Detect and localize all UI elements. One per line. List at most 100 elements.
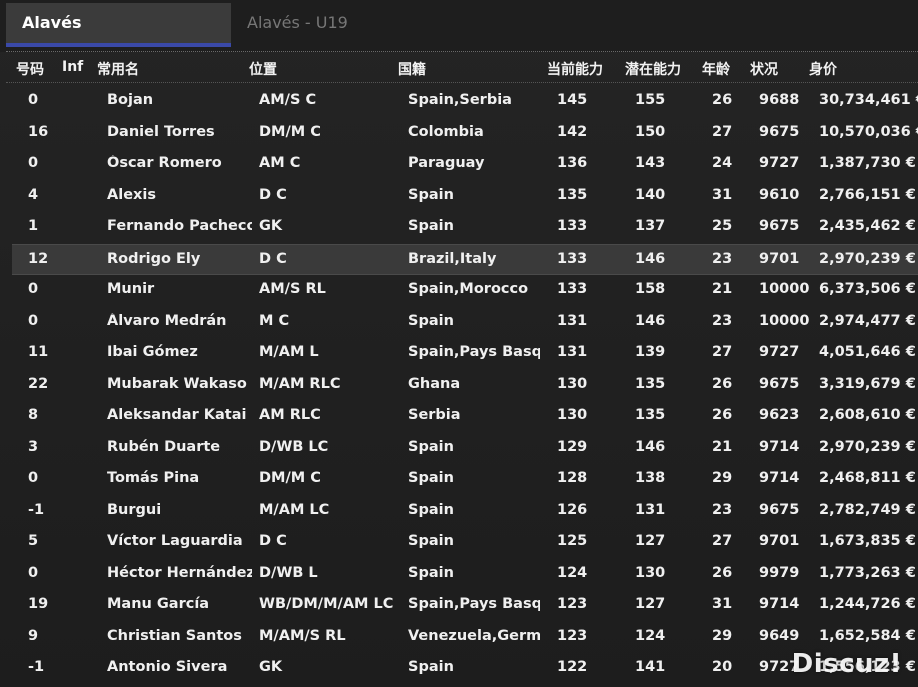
column-header-age[interactable]: 年龄 xyxy=(702,59,730,79)
player-value: 1,387,730 € xyxy=(819,155,916,171)
table-row[interactable]: 22 Mubarak Wakaso M/AM RLC Ghana 130 135 26 967… xyxy=(12,370,918,401)
player-pa: 141 xyxy=(635,659,666,675)
player-position: M C xyxy=(259,312,290,329)
player-age: 29 xyxy=(712,470,733,486)
player-ca: 123 xyxy=(557,627,588,644)
player-nationality: Spain xyxy=(408,501,454,518)
player-nationality: Ghana xyxy=(408,375,461,392)
column-header-pa[interactable]: 潜在能力 xyxy=(625,59,681,79)
player-condition: 9649 xyxy=(759,627,800,644)
table-row[interactable]: 0 Tomás Pina DM/M C Spain 128 138 29 9714 2,468,… xyxy=(12,464,918,495)
player-number: 1 xyxy=(28,218,39,234)
player-condition: 9610 xyxy=(759,186,800,203)
watermark-logo: Discuz! xyxy=(791,649,902,679)
column-header-ca[interactable]: 当前能力 xyxy=(547,59,603,79)
player-ca: 130 xyxy=(557,375,588,392)
table-row[interactable]: 19 Manu García WB/DM/M/AM LC Spain,Pays Bas… xyxy=(12,590,918,621)
table-row[interactable]: 12 Rodrigo Ely D C Brazil,Italy 133 146 23 9701… xyxy=(12,243,918,275)
player-condition: 9727 xyxy=(759,155,800,171)
column-header-number[interactable]: 号码 xyxy=(16,59,44,79)
player-number: 9 xyxy=(28,627,39,644)
player-ca: 126 xyxy=(557,501,588,518)
player-value: 30,734,461 € xyxy=(819,92,918,108)
player-age: 26 xyxy=(712,375,733,392)
column-header-nationality[interactable]: 国籍 xyxy=(398,59,426,79)
player-value: 10,570,036 € xyxy=(819,123,918,140)
player-value: 3,319,679 € xyxy=(819,375,916,392)
player-age: 25 xyxy=(712,218,733,234)
player-age: 27 xyxy=(712,533,733,549)
column-header-inf[interactable]: Inf xyxy=(62,59,83,75)
player-pa: 158 xyxy=(635,281,666,297)
player-nationality: Venezuela,German xyxy=(408,627,540,644)
table-row[interactable]: 8 Aleksandar Katai AM RLC Serbia 130 135 26 962… xyxy=(12,401,918,432)
player-position: DM/M C xyxy=(259,123,321,140)
table-row[interactable]: 1 Fernando Pacheco GK Spain 133 137 25 9675 2,43… xyxy=(12,212,918,243)
player-name: Aleksandar Katai xyxy=(107,407,247,423)
player-nationality: Spain xyxy=(408,186,454,203)
column-header-position[interactable]: 位置 xyxy=(249,59,277,79)
player-position: GK xyxy=(259,659,283,675)
player-value: 2,435,462 € xyxy=(819,218,916,234)
player-pa: 146 xyxy=(635,438,666,455)
player-number: 0 xyxy=(28,281,39,297)
player-name: Christian Santos xyxy=(107,627,242,644)
table-row[interactable]: 11 Ibai Gómez M/AM L Spain,Pays Basque 131 13… xyxy=(12,338,918,369)
player-value: 1,773,263 € xyxy=(819,564,916,581)
column-header-name[interactable]: 常用名 xyxy=(97,59,139,79)
player-number: 0 xyxy=(28,155,39,171)
table-row[interactable]: 5 Víctor Laguardia D C Spain 125 127 27 9701 1,6… xyxy=(12,527,918,558)
player-value: 2,974,477 € xyxy=(819,312,916,329)
table-row[interactable]: -1 Antonio Sivera GK Spain 122 141 20 9727 1,556… xyxy=(12,653,918,684)
tab-alaves[interactable]: Alavés xyxy=(6,3,231,47)
player-condition: 9714 xyxy=(759,470,800,486)
player-pa: 138 xyxy=(635,470,666,486)
column-header-value[interactable]: 身价 xyxy=(809,59,837,79)
player-age: 26 xyxy=(712,564,733,581)
table-row[interactable]: 0 Héctor Hernández D/WB L Spain 124 130 26 9979… xyxy=(12,559,918,590)
player-position: AM/S RL xyxy=(259,281,326,297)
player-ca: 130 xyxy=(557,407,588,423)
player-age: 27 xyxy=(712,123,733,140)
player-list: 0 Bojan AM/S C Spain,Serbia 145 155 26 9688 30,7… xyxy=(0,86,918,687)
player-number: 8 xyxy=(28,407,39,423)
player-number: 12 xyxy=(28,250,49,267)
table-row[interactable]: 0 Álvaro Medrán M C Spain 131 146 23 10000 2,974… xyxy=(12,307,918,338)
player-value: 2,782,749 € xyxy=(819,501,916,518)
player-age: 31 xyxy=(712,596,733,612)
player-name: Rubén Duarte xyxy=(107,438,221,455)
tab-alaves-u19[interactable]: Alavés - U19 xyxy=(231,3,431,47)
player-value: 2,970,239 € xyxy=(819,438,916,455)
player-nationality: Spain xyxy=(408,438,454,455)
player-name: Tomás Pina xyxy=(107,470,200,486)
player-nationality: Spain,Pays Basque xyxy=(408,596,540,612)
player-condition: 10000 xyxy=(759,281,809,297)
player-age: 23 xyxy=(712,250,733,267)
table-row[interactable]: 16 Daniel Torres DM/M C Colombia 142 150 27 967… xyxy=(12,118,918,149)
table-row[interactable]: 3 Rubén Duarte D/WB LC Spain 129 146 21 9714 2,9… xyxy=(12,433,918,464)
player-pa: 130 xyxy=(635,564,666,581)
player-value: 2,608,610 € xyxy=(819,407,916,423)
table-row[interactable]: 0 Bojan AM/S C Spain,Serbia 145 155 26 9688 30,7… xyxy=(12,86,918,117)
player-number: 0 xyxy=(28,564,39,581)
player-position: D C xyxy=(259,186,287,203)
table-row[interactable]: 4 Alexis D C Spain 135 140 31 9610 2,766,151 € xyxy=(12,181,918,212)
player-number: 0 xyxy=(28,470,39,486)
player-position: D C xyxy=(259,250,287,267)
player-nationality: Serbia xyxy=(408,407,461,423)
player-value: 1,673,835 € xyxy=(819,533,916,549)
player-pa: 143 xyxy=(635,155,666,171)
player-name: Héctor Hernández xyxy=(107,564,252,581)
table-row[interactable]: 0 Óscar Romero AM C Paraguay 136 143 24 9727 1,3… xyxy=(12,149,918,180)
table-row[interactable]: 0 Munir AM/S RL Spain,Morocco 133 158 21 10000 6… xyxy=(12,275,918,306)
player-nationality: Colombia xyxy=(408,123,484,140)
player-nationality: Spain,Morocco xyxy=(408,281,529,297)
table-row[interactable]: -1 Burgui M/AM LC Spain 126 131 23 9675 2,782,74… xyxy=(12,496,918,527)
player-number: 3 xyxy=(28,438,39,455)
player-number: 5 xyxy=(28,533,39,549)
player-position: GK xyxy=(259,218,283,234)
player-pa: 155 xyxy=(635,92,666,108)
player-condition: 9623 xyxy=(759,407,800,423)
column-header-condition[interactable]: 状况 xyxy=(750,59,778,79)
table-row[interactable]: 9 Christian Santos M/AM/S RL Venezuela,Germ… xyxy=(12,622,918,653)
